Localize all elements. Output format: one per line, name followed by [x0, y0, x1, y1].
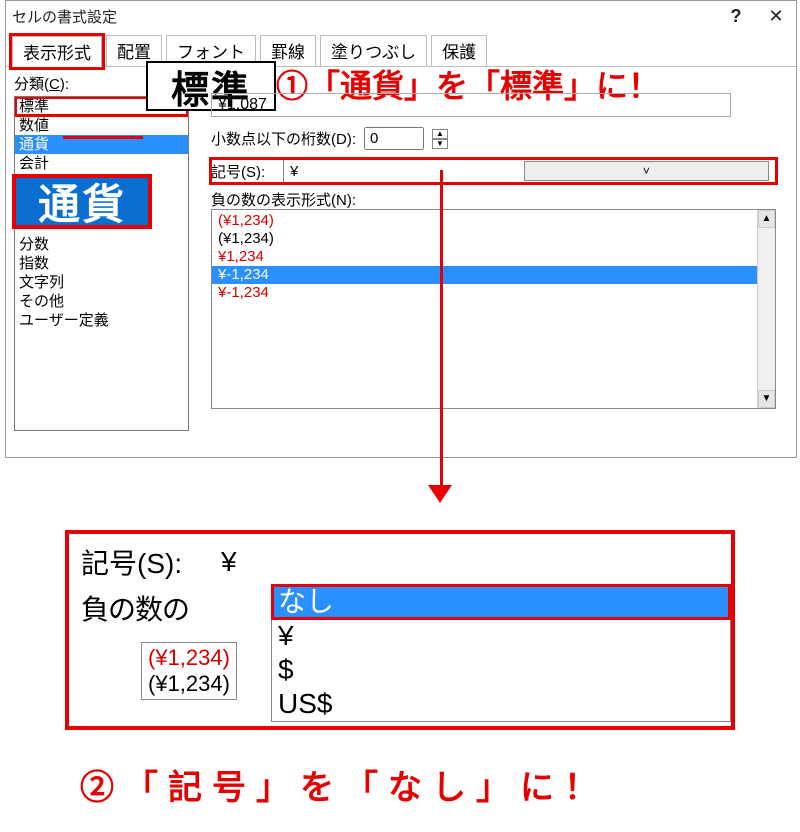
symbol-option-usdollar[interactable]: US$ [272, 687, 730, 721]
neg-item[interactable]: (¥1,234) [212, 212, 757, 230]
symbol-combo[interactable]: ¥ ˅ [283, 159, 776, 183]
format-cells-dialog: セルの書式設定 ? ✕ 表示形式 配置 フォント 罫線 塗りつぶし 保護 分類(… [5, 0, 797, 458]
category-panel: 標準 数値 通貨 会計 分数 指数 文字列 その他 ユーザー定義 通貨 [14, 96, 189, 431]
category-item-other[interactable]: その他 [15, 292, 188, 311]
connector-line [63, 136, 143, 139]
tab-number-format[interactable]: 表示形式 [12, 36, 102, 67]
negative-label: 負の数の表示形式(N): [211, 189, 356, 210]
neg-item[interactable]: ¥-1,234 [212, 284, 757, 302]
annotation-2: ②「記号」を「なし」に！ [80, 760, 608, 809]
decimals-input[interactable] [364, 127, 424, 150]
scrollbar[interactable]: ▲ ▼ [757, 210, 775, 408]
category-item-fraction[interactable]: 分数 [15, 235, 188, 254]
symbol-option-none[interactable]: なし [272, 585, 730, 619]
dialog-body: 分類(C): 標準 数値 通貨 会計 分数 指数 文字列 その他 ユーザー定義 … [6, 67, 796, 457]
detail-preview-line: (¥1,234) [148, 645, 230, 671]
category-item-number[interactable]: 数値 [15, 116, 188, 135]
titlebar: セルの書式設定 ? ✕ [6, 1, 796, 31]
scroll-up-icon[interactable]: ▲ [758, 210, 775, 228]
dialog-title: セルの書式設定 [12, 6, 716, 27]
detail-neg-label: 負の数の [81, 588, 226, 628]
chevron-down-icon[interactable]: ˅ [524, 161, 769, 181]
decimals-row: 小数点以下の桁数(D): ▲▼ [211, 127, 448, 150]
detail-preview: (¥1,234) (¥1,234) [141, 642, 237, 700]
decimals-spinner[interactable]: ▲▼ [432, 129, 448, 149]
detail-symbol-label: 記号(S): [81, 542, 221, 582]
category-item-scientific[interactable]: 指数 [15, 254, 188, 273]
arrow-down-icon [428, 485, 452, 503]
symbol-detail-panel: 記号(S): ¥ 負の数の なし ¥ $ US$ (¥1,234) (¥1,23… [65, 530, 735, 730]
negative-list[interactable]: (¥1,234) (¥1,234) ¥1,234 ¥-1,234 ¥-1,234… [211, 209, 776, 409]
badge-currency: 通貨 [12, 174, 152, 229]
symbol-dropdown-list[interactable]: なし ¥ $ US$ [271, 584, 731, 722]
neg-item[interactable]: ¥-1,234 [212, 266, 757, 284]
symbol-option-dollar[interactable]: $ [272, 653, 730, 687]
decimals-label: 小数点以下の桁数(D): [211, 128, 356, 149]
symbol-row: 記号(S): ¥ ˅ [211, 159, 776, 183]
category-item-text[interactable]: 文字列 [15, 273, 188, 292]
symbol-value: ¥ [290, 163, 524, 180]
detail-symbol-value: ¥ [221, 546, 721, 578]
category-item-custom[interactable]: ユーザー定義 [15, 311, 188, 330]
neg-item[interactable]: (¥1,234) [212, 230, 757, 248]
sample-box: ¥1,087 [211, 93, 731, 117]
symbol-option-yen[interactable]: ¥ [272, 619, 730, 653]
neg-item[interactable]: ¥1,234 [212, 248, 757, 266]
detail-symbol-row: 記号(S): ¥ [69, 534, 731, 586]
detail-preview-line: (¥1,234) [148, 671, 230, 697]
symbol-label: 記号(S): [211, 161, 283, 182]
category-list[interactable]: 標準 数値 通貨 会計 分数 指数 文字列 その他 ユーザー定義 [14, 96, 189, 431]
scroll-down-icon[interactable]: ▼ [758, 390, 775, 408]
close-button[interactable]: ✕ [756, 6, 796, 27]
connector-line [440, 170, 443, 490]
help-button[interactable]: ? [716, 6, 756, 27]
scroll-track[interactable] [758, 228, 775, 390]
